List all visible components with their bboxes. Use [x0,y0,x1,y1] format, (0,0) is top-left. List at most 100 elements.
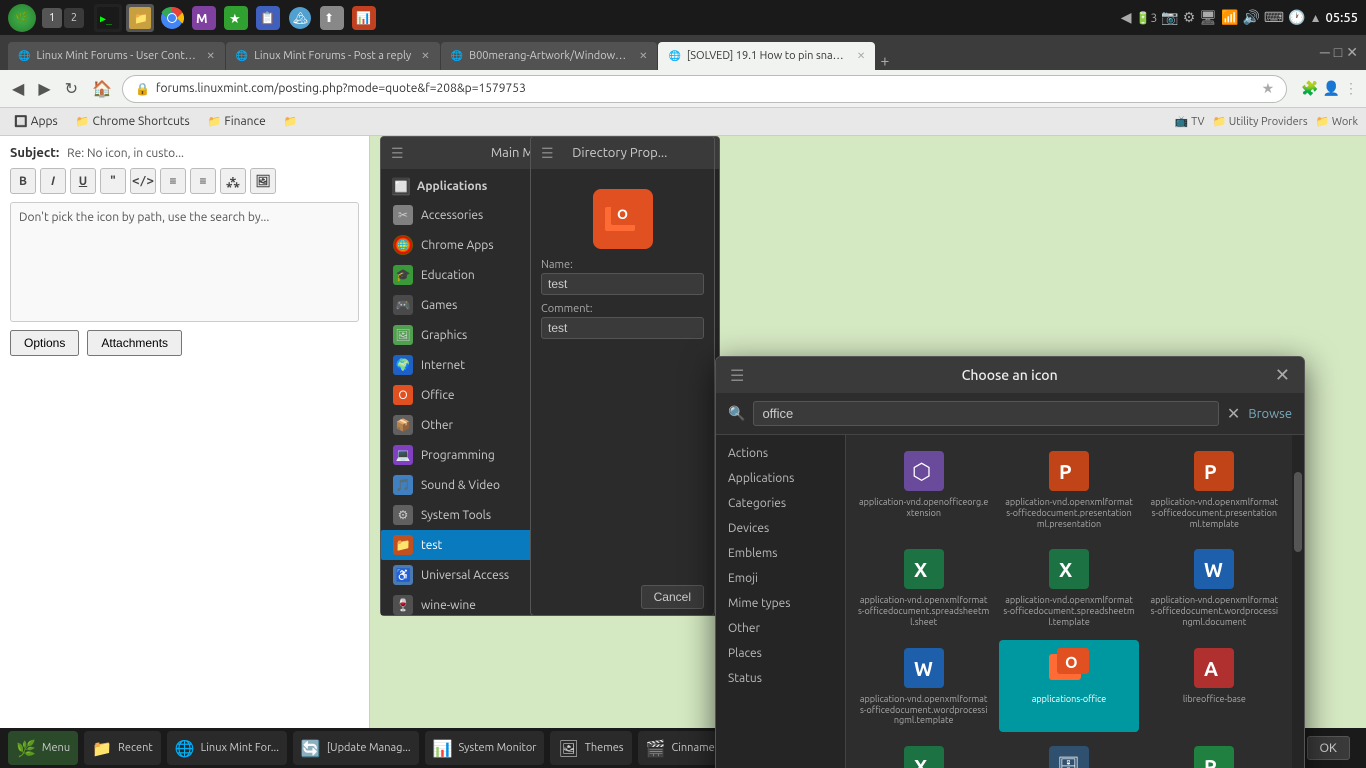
comment-input[interactable] [541,317,704,339]
cat-devices[interactable]: Devices [716,516,845,541]
mx-icon[interactable]: M [190,4,218,32]
tb-menu[interactable]: 🌿 Menu [8,731,78,765]
tab-4-close[interactable]: ✕ [857,50,865,62]
cat-other[interactable]: Other [716,616,845,641]
settings-tray[interactable]: ⚙ [1183,9,1196,26]
bookmark-more[interactable]: 📁 [278,113,304,130]
close-browser[interactable]: ✕ [1346,44,1358,61]
screenshot-tray[interactable]: 📷 [1161,9,1178,26]
options-button[interactable]: Options [10,330,79,356]
workspace-2[interactable]: 2 [64,8,84,28]
back-btn[interactable]: ◀ [1121,9,1132,26]
menu-hamburger[interactable]: ☰ [391,145,404,162]
code-button[interactable]: </> [130,168,156,194]
post-content[interactable]: Don't pick the icon by path, use the sea… [10,202,359,322]
profile-button[interactable]: 👤 [1323,80,1340,97]
icon-grid-scrollbar[interactable] [1292,435,1304,768]
bookmark-chrome-shortcuts[interactable]: 📁 Chrome Shortcuts [70,113,196,130]
minimize-browser[interactable]: ─ [1320,44,1330,61]
cat-categories[interactable]: Categories [716,491,845,516]
cat-places[interactable]: Places [716,641,845,666]
quote-button[interactable]: " [100,168,126,194]
cat-applications[interactable]: Applications [716,466,845,491]
icon-cell-10[interactable]: 🗄 libreoffice-database [999,738,1138,768]
icon-cell-8[interactable]: A libreoffice-base [1145,640,1284,732]
workspace-1[interactable]: 1 [42,8,62,28]
home-button[interactable]: 🏠 [88,75,116,102]
sound-tray[interactable]: 🔊 [1242,9,1259,26]
bookmarks-icon[interactable]: ★ [222,4,250,32]
bold-button[interactable]: B [10,168,36,194]
tab-2[interactable]: 🌐 Linux Mint Forums - Post a reply ✕ [226,42,440,70]
nemo-icon[interactable]: 📁 [126,4,154,32]
tab-1[interactable]: 🌐 Linux Mint Forums - User Contro... ✕ [8,42,225,70]
icon-search-clear[interactable]: ✕ [1227,404,1240,423]
mint-logo[interactable]: 🌿 [8,4,36,32]
work-folder[interactable]: 📁 Work [1316,115,1358,128]
ok-button[interactable]: OK [1307,736,1350,760]
utility-folder[interactable]: 📁 Utility Providers [1213,115,1308,128]
stats-icon[interactable]: 📊 [350,4,378,32]
back-button[interactable]: ◀ [8,75,28,102]
tab-3-close[interactable]: ✕ [639,50,647,62]
icon-search-input[interactable] [753,401,1218,426]
cat-mime-types[interactable]: Mime types [716,591,845,616]
icon-cell-3[interactable]: X application-vnd.openxmlformats-officed… [854,541,993,633]
chrome-icon[interactable] [158,4,186,32]
tb-update[interactable]: 🔄 [Update Manag... [293,731,419,765]
tab-3[interactable]: 🌐 B00merang-Artwork/Windows-1... ✕ [441,42,658,70]
icon-dialog-close[interactable]: ✕ [1275,365,1290,386]
dir-icon-preview[interactable]: O [593,189,653,249]
icon-cell-4[interactable]: X application-vnd.openxmlformats-officed… [999,541,1138,633]
icon-cell-11[interactable]: P libreoffice-draw [1145,738,1284,768]
image-button[interactable]: 🖼 [250,168,276,194]
keyboard-tray[interactable]: ⌨ [1264,9,1284,26]
icon-cell-7[interactable]: O applications-office [999,640,1138,732]
terminal-icon[interactable]: ▶_ [94,4,122,32]
icon-dialog-hamburger[interactable]: ☰ [730,366,744,385]
network-tray[interactable]: 📶 [1221,9,1238,26]
dir-prop-hamburger[interactable]: ☰ [541,145,554,162]
tb-sysmon[interactable]: 📊 System Monitor [425,731,545,765]
bookmark-apps[interactable]: 🔲 Apps [8,113,64,130]
address-bar[interactable]: 🔒 forums.linuxmint.com/posting.php?mode=… [122,75,1287,103]
maximize-browser[interactable]: □ [1334,44,1342,61]
forward-button[interactable]: ▶ [34,75,54,102]
cat-emoji[interactable]: Emoji [716,566,845,591]
icon-cell-0[interactable]: ⬡ application-vnd.openofficeorg.extensio… [854,443,993,535]
tab-1-close[interactable]: ✕ [206,50,214,62]
thunar-icon[interactable]: 📋 [254,4,282,32]
tb-recent[interactable]: 📁 Recent [84,731,161,765]
icon-cell-9[interactable]: X libreoffice-calc [854,738,993,768]
tb-themes[interactable]: 🖼 Themes [550,731,631,765]
name-input[interactable] [541,273,704,295]
browse-button[interactable]: Browse [1248,407,1292,421]
icon-cell-2[interactable]: P application-vnd.openxmlformats-officed… [1145,443,1284,535]
update-icon[interactable]: ⬆ [318,4,346,32]
cat-status[interactable]: Status [716,666,845,691]
themes-icon[interactable]: 🏔 [286,4,314,32]
clock-badge[interactable]: 🕐 [1288,9,1305,26]
icon-cell-6[interactable]: W application-vnd.openxmlformats-officed… [854,640,993,732]
italic-button[interactable]: I [40,168,66,194]
attachments-button[interactable]: Attachments [87,330,182,356]
monitor-tray[interactable]: 🖥 [1199,9,1217,26]
dir-cancel-button[interactable]: Cancel [641,585,704,609]
menu-button[interactable]: ⋮ [1344,80,1358,97]
icon-cell-5[interactable]: W application-vnd.openxmlformats-officed… [1145,541,1284,633]
reload-button[interactable]: ↻ [61,75,82,102]
tb-chrome[interactable]: 🌐 Linux Mint For... [167,731,287,765]
underline-button[interactable]: U [70,168,96,194]
cat-actions[interactable]: Actions [716,441,845,466]
tab-4[interactable]: 🌐 [SOLVED] 19.1 How to pin snapp... ✕ [658,42,875,70]
extensions-button[interactable]: 🧩 [1301,80,1318,97]
tab-2-close[interactable]: ✕ [421,50,429,62]
ntp-icon[interactable]: 📺 TV [1175,115,1205,128]
new-tab-button[interactable]: + [880,52,889,70]
special-button[interactable]: ⁂ [220,168,246,194]
cat-emblems[interactable]: Emblems [716,541,845,566]
list-button[interactable]: ≡ [160,168,186,194]
bookmark-finance[interactable]: 📁 Finance [202,113,272,130]
list2-button[interactable]: ≡ [190,168,216,194]
icon-cell-1[interactable]: P application-vnd.openxmlformats-officed… [999,443,1138,535]
